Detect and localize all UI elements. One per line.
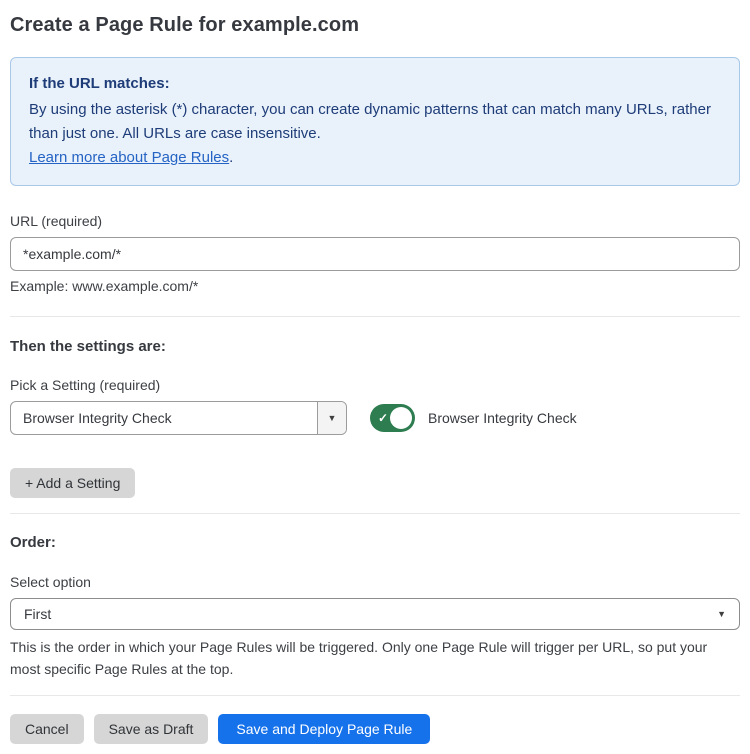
setting-select-value: Browser Integrity Check bbox=[11, 402, 317, 434]
order-section-heading: Order: bbox=[10, 534, 740, 551]
url-field-label: URL (required) bbox=[10, 213, 740, 229]
cancel-button[interactable]: Cancel bbox=[10, 714, 84, 744]
browser-integrity-toggle[interactable]: ✓ bbox=[370, 404, 415, 432]
setting-select-arrow-button[interactable]: ▼ bbox=[317, 402, 346, 434]
url-match-info-box: If the URL matches: By using the asteris… bbox=[10, 57, 740, 186]
setting-select[interactable]: Browser Integrity Check ▼ bbox=[10, 401, 347, 435]
divider bbox=[10, 695, 740, 696]
link-period: . bbox=[229, 149, 233, 166]
order-select[interactable]: First ▼ bbox=[10, 598, 740, 630]
toggle-label: Browser Integrity Check bbox=[428, 410, 577, 426]
toggle-knob bbox=[390, 407, 412, 429]
chevron-down-icon: ▼ bbox=[717, 610, 726, 619]
chevron-down-icon: ▼ bbox=[328, 414, 337, 423]
settings-section-heading: Then the settings are: bbox=[10, 338, 740, 355]
url-input[interactable] bbox=[10, 237, 740, 271]
info-box-heading: If the URL matches: bbox=[29, 72, 721, 96]
page-title: Create a Page Rule for example.com bbox=[10, 14, 740, 37]
setting-picker-label: Pick a Setting (required) bbox=[10, 377, 740, 393]
url-example-hint: Example: www.example.com/* bbox=[10, 278, 740, 294]
save-as-draft-button[interactable]: Save as Draft bbox=[94, 714, 209, 744]
order-help-text: This is the order in which your Page Rul… bbox=[10, 637, 740, 680]
save-and-deploy-button[interactable]: Save and Deploy Page Rule bbox=[218, 714, 430, 744]
footer-actions: Cancel Save as Draft Save and Deploy Pag… bbox=[10, 714, 740, 744]
check-icon: ✓ bbox=[378, 411, 388, 425]
info-box-body: By using the asterisk (*) character, you… bbox=[29, 98, 721, 146]
divider bbox=[10, 513, 740, 514]
order-select-label: Select option bbox=[10, 574, 740, 590]
add-setting-button[interactable]: + Add a Setting bbox=[10, 468, 135, 498]
order-select-value: First bbox=[24, 606, 51, 622]
divider bbox=[10, 316, 740, 317]
info-box-link-line: Learn more about Page Rules. bbox=[29, 146, 721, 170]
learn-more-link[interactable]: Learn more about Page Rules bbox=[29, 149, 229, 166]
setting-row: Browser Integrity Check ▼ ✓ Browser Inte… bbox=[10, 401, 740, 435]
